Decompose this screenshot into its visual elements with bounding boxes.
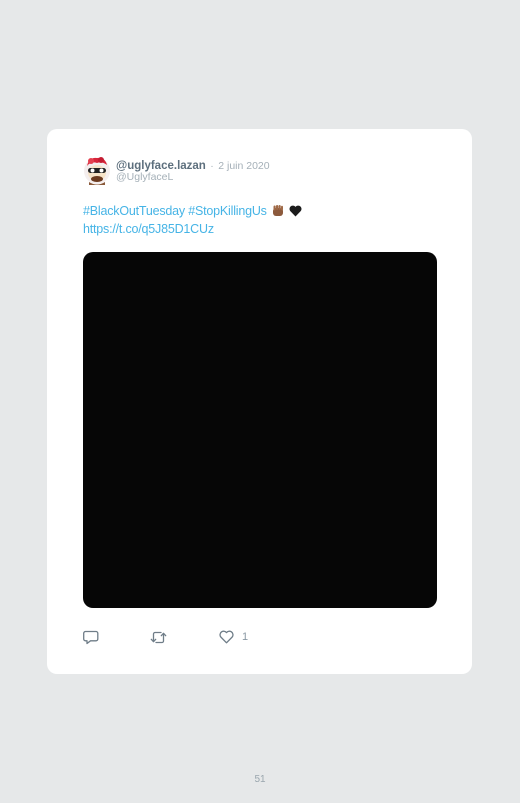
avatar-image bbox=[84, 157, 110, 185]
avatar[interactable] bbox=[83, 156, 111, 186]
separator-dot: · bbox=[210, 160, 214, 172]
black-heart-icon bbox=[289, 205, 302, 221]
hashtag-link[interactable]: #BlackOutTuesday bbox=[83, 204, 185, 218]
speech-bubble-icon bbox=[83, 630, 99, 644]
tweet-text: #BlackOutTuesday #StopKillingUs https://… bbox=[83, 203, 443, 237]
like-count: 1 bbox=[242, 631, 249, 643]
hashtag-link[interactable]: #StopKillingUs bbox=[188, 204, 267, 218]
retweet-button[interactable] bbox=[150, 629, 167, 645]
like-button[interactable]: 1 bbox=[219, 629, 248, 645]
retweet-arrows-icon bbox=[150, 631, 167, 643]
tweet-link[interactable]: https://t.co/q5J85D1CUz bbox=[83, 222, 214, 236]
page-number: 51 bbox=[254, 774, 266, 785]
tweet-date[interactable]: 2 juin 2020 bbox=[218, 160, 269, 172]
user-handle[interactable]: @UglyfaceL bbox=[116, 171, 173, 183]
heart-icon bbox=[219, 630, 234, 644]
brown-raised-fist-icon bbox=[272, 204, 284, 221]
tweet-card: @uglyface.lazan · 2 juin 2020 @UglyfaceL… bbox=[47, 129, 472, 674]
reply-button[interactable] bbox=[83, 629, 99, 645]
tweet-media-black-image[interactable] bbox=[83, 252, 437, 608]
